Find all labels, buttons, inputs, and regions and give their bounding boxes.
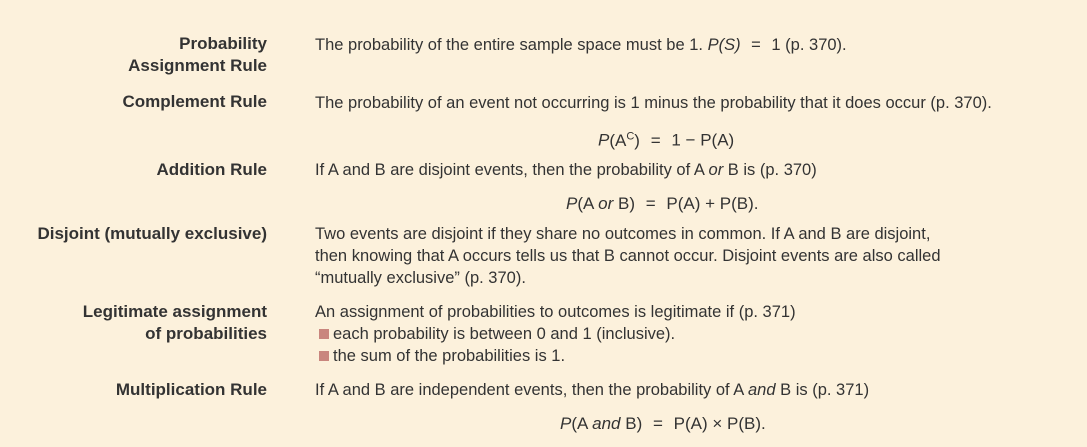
term-line-2: Assignment Rule	[128, 56, 267, 75]
formula-open: (A	[571, 414, 593, 433]
formula-multiplication-rule: P(A and B) = P(A) × P(B).	[560, 413, 766, 435]
def-probability-assignment-rule: The probability of the entire sample spa…	[315, 34, 1055, 56]
def-complement-rule: The probability of an event not occurrin…	[315, 94, 992, 112]
def-italic: or	[708, 161, 724, 179]
bullet-list: each probability is between 0 and 1 (inc…	[315, 323, 1055, 367]
formula-op: =	[645, 194, 656, 213]
term-line-2: of probabilities	[145, 324, 267, 343]
page-ref: (p. 370).	[785, 36, 847, 54]
def-intro: An assignment of probabilities to outcom…	[315, 303, 796, 321]
formula-p: P	[598, 130, 610, 150]
formula-lhs: (AC)	[609, 130, 640, 150]
bullet-text: each probability is between 0 and 1 (inc…	[333, 325, 676, 343]
bullet-item: the sum of the probabilities is 1.	[315, 345, 1055, 367]
def-pre: If A and B are independent events, then …	[315, 381, 748, 399]
term-complement-rule: Complement Rule	[122, 92, 267, 111]
def-pre: If A and B are disjoint events, then the…	[315, 161, 709, 179]
term-addition-rule: Addition Rule	[156, 160, 267, 179]
formula-italic: or	[598, 194, 614, 213]
term-disjoint: Disjoint (mutually exclusive)	[37, 224, 267, 243]
square-bullet-icon	[319, 351, 329, 361]
def-line-1: Two events are disjoint if they share no…	[315, 225, 931, 243]
def-post: B is (p. 370)	[723, 161, 817, 179]
formula-open: (A	[577, 194, 599, 213]
def-text: The probability of the entire sample spa…	[315, 36, 703, 54]
def-legitimate-assignment: An assignment of probabilities to outcom…	[315, 301, 1055, 367]
formula-p: P	[560, 414, 572, 433]
def-post: B is (p. 371)	[775, 381, 870, 399]
term-probability-assignment-rule: Probability Assignment Rule	[128, 33, 267, 77]
formula-italic: and	[592, 414, 621, 433]
def-disjoint: Two events are disjoint if they share no…	[315, 223, 1055, 289]
formula-op: =	[652, 414, 663, 433]
def-addition-rule: If A and B are disjoint events, then the…	[315, 159, 1055, 181]
def-line-2: then knowing that A occurs tells us that…	[315, 247, 941, 265]
bullet-item: each probability is between 0 and 1 (inc…	[315, 323, 1055, 345]
square-bullet-icon	[319, 329, 329, 339]
term-line-1: Legitimate assignment	[82, 302, 267, 321]
formula-close: B)	[620, 414, 643, 433]
formula-rhs: 1	[771, 36, 781, 54]
formula-sup: C	[626, 130, 635, 142]
formula-complement-rule: P(AC) = 1 − P(A)	[598, 125, 734, 152]
formula-op: =	[751, 36, 761, 54]
term-line-1: Probability	[179, 34, 267, 53]
def-line-3: “mutually exclusive” (p. 370).	[315, 269, 526, 287]
formula-p: P	[566, 194, 578, 213]
def-italic: and	[748, 381, 776, 399]
term-legitimate-assignment: Legitimate assignment of probabilities	[83, 301, 267, 345]
formula-lhs: P(S)	[707, 36, 741, 54]
formula-addition-rule: P(A or B) = P(A) + P(B).	[566, 193, 759, 215]
bullet-text: the sum of the probabilities is 1.	[333, 347, 566, 365]
term-multiplication-rule: Multiplication Rule	[115, 380, 267, 399]
formula-op: =	[650, 130, 661, 150]
formula-close: B)	[613, 194, 635, 213]
formula-rhs: P(A) × P(B).	[673, 414, 766, 433]
formula-rhs: P(A) + P(B).	[666, 194, 759, 213]
def-multiplication-rule: If A and B are independent events, then …	[315, 379, 1055, 401]
formula-rhs: 1 − P(A)	[671, 130, 735, 150]
